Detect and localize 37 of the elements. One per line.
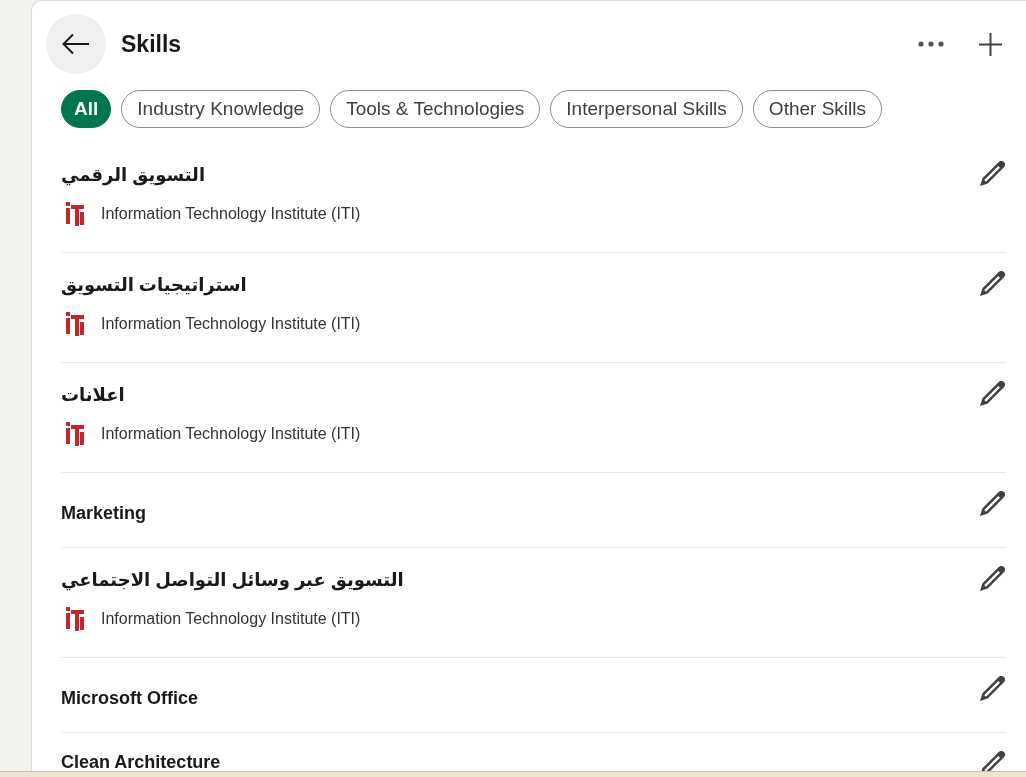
pencil-icon [979,160,1005,186]
filter-chip[interactable]: All [61,90,112,128]
logo-icon [66,606,84,632]
edit-button[interactable] [978,674,1006,702]
pencil-icon [979,565,1005,591]
page-title: Skills [121,30,182,58]
logo-icon [66,421,84,447]
pencil-icon [979,750,1005,771]
edit-button[interactable] [978,159,1006,187]
filter-chip[interactable]: Other Skills [752,90,882,128]
pencil-icon [979,270,1005,296]
institution-name: Information Technology Institute (ITI) [101,424,361,444]
skill-name: Clean Architecture [61,751,222,771]
logo-icon [66,311,84,337]
skill-name: اعلانات [61,384,126,407]
edit-button[interactable] [978,564,1006,592]
skill-name: Marketing [61,502,148,525]
filter-chip[interactable]: Interpersonal Skills [550,90,743,128]
skill-name: استراتيجيات التسويق [61,274,248,297]
ellipsis-icon [918,41,944,47]
edit-button[interactable] [978,379,1006,407]
pencil-icon [979,490,1005,516]
filter-chip[interactable]: Industry Knowledge [121,90,321,128]
skill-name: التسويق عبر وسائل التواصل الاجتماعي [61,569,405,592]
skill-name: التسويق الرقمي [61,164,207,187]
institution-name: Information Technology Institute (ITI) [101,314,361,334]
skill-name: Microsoft Office [61,687,199,710]
edit-button[interactable] [978,269,1006,297]
institution-name: Information Technology Institute (ITI) [101,609,361,629]
left-arrow-icon [62,33,90,55]
filter-chip[interactable]: Tools & Technologies [330,90,541,128]
pencil-icon [979,380,1005,406]
plus-icon [978,32,1002,56]
pencil-icon [979,675,1005,701]
logo-icon [66,201,84,227]
edit-button[interactable] [978,489,1006,517]
institution-name: Information Technology Institute (ITI) [101,204,361,224]
